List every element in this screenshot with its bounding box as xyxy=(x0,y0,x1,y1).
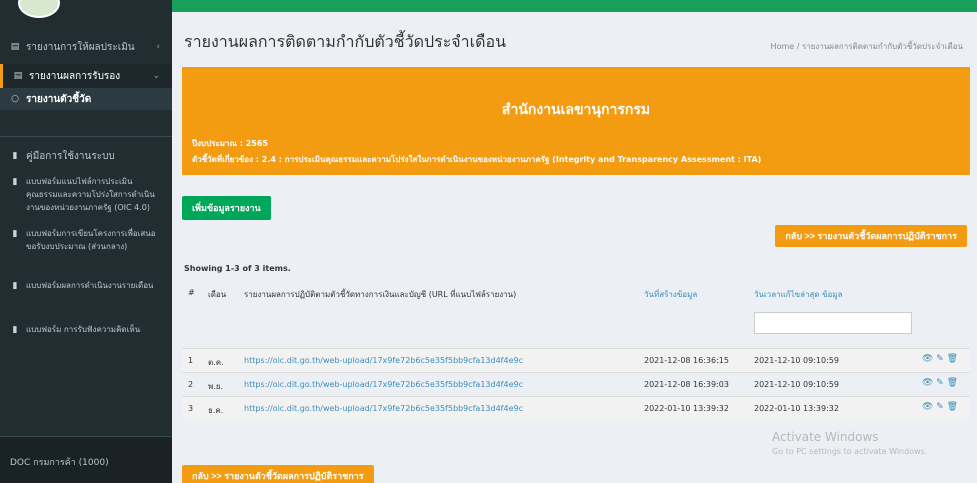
column-header-month: เดือน xyxy=(208,290,227,299)
activation-watermark: Activate Windows Go to PC settings to ac… xyxy=(772,430,927,456)
banner-title: สำนักงานเลขานุการกรม xyxy=(501,102,651,118)
fiscal-year-text: ปีงบประมาณ : 2565 xyxy=(192,139,268,148)
table-row: 2 พ.ย. https://oic.dit.go.th/web-upload/… xyxy=(182,372,970,396)
column-header-updated[interactable]: วันเวลาแก้ไขล่าสุด ข้อมูล xyxy=(754,288,843,301)
column-header-created[interactable]: วันที่สร้างข้อมูล xyxy=(644,288,697,301)
watermark-subtitle: Go to PC settings to activate Windows. xyxy=(772,447,928,456)
row-updated: 2022-01-10 13:39:32 xyxy=(754,404,839,413)
chevron-left-icon: ‹ xyxy=(156,42,160,52)
table-header: # เดือน รายงานผลการปฏิบัติตามตัวชี้วัดทา… xyxy=(182,274,970,314)
book-icon: ▮ xyxy=(12,228,18,239)
row-action-icons[interactable]: 👁 ✎ 🗑 xyxy=(922,402,958,412)
sidebar-item-label: รายงานผลการรับรอง xyxy=(29,70,121,82)
document-icon: ▤ xyxy=(10,42,20,52)
sidebar-item-manual[interactable]: ▮ คู่มือการใช้งานระบบ xyxy=(0,137,172,175)
row-url-link[interactable]: https://oic.dit.go.th/web-upload/17x9fe7… xyxy=(244,380,606,389)
row-action-icons[interactable]: 👁 ✎ 🗑 xyxy=(922,354,958,364)
sidebar-item-label: รายงานการให้ผลประเมิน xyxy=(26,41,135,53)
logo xyxy=(18,0,60,18)
app-window: ▤ รายงานการให้ผลประเมิน ‹ ▤ รายงานผลการร… xyxy=(0,0,977,483)
sidebar-footer: DOC กรมการค้า (1000) xyxy=(0,436,172,483)
row-number: 1 xyxy=(188,356,194,365)
main-content: รายงานผลการติดตามกำกับตัวชี้วัดประจำเดือ… xyxy=(172,12,977,483)
sidebar-item-project-form[interactable]: ▮ แบบฟอร์มการเขียนโครงการเพื่อเสนอขอรับง… xyxy=(0,227,172,279)
row-created: 2022-01-10 13:39:32 xyxy=(644,404,729,413)
sidebar-item-label: แบบฟอร์มผลการดำเนินงานรายเดือน xyxy=(26,281,154,290)
row-month: พ.ย. xyxy=(208,382,224,391)
table-row: 1 ต.ค. https://oic.dit.go.th/web-upload/… xyxy=(182,348,970,372)
circle-icon: ○ xyxy=(11,94,19,104)
sidebar-item-certification-report[interactable]: ▤ รายงานผลการรับรอง ⌄ xyxy=(0,64,172,88)
row-month: ต.ค. xyxy=(208,358,224,367)
column-header-url: รายงานผลการปฏิบัติตามตัวชี้วัดทางการเงิน… xyxy=(244,290,517,299)
sidebar-item-monthly-form[interactable]: ▮ แบบฟอร์มผลการดำเนินงานรายเดือน xyxy=(0,279,172,323)
row-created: 2021-12-08 16:36:15 xyxy=(644,356,729,365)
watermark-title: Activate Windows xyxy=(772,430,879,444)
chevron-down-icon: ⌄ xyxy=(152,71,160,81)
column-header-number: # xyxy=(188,288,195,297)
breadcrumb[interactable]: Home / รายงานผลการติดตามกำกับตัวชี้วัดปร… xyxy=(771,40,963,53)
updated-filter-input[interactable] xyxy=(754,312,912,334)
row-month: ธ.ค. xyxy=(208,406,224,415)
row-created: 2021-12-08 16:39:03 xyxy=(644,380,729,389)
sidebar-item-label: แบบฟอร์ม การรับฟังความคิดเห็น xyxy=(26,325,141,334)
row-number: 3 xyxy=(188,404,194,413)
grid-summary: Showing 1-3 of 3 items. xyxy=(184,264,291,273)
sidebar-item-label: คู่มือการใช้งานระบบ xyxy=(26,150,115,162)
sidebar-item-label: แบบฟอร์มการเขียนโครงการเพื่อเสนอขอรับงบป… xyxy=(26,229,156,251)
page-title: รายงานผลการติดตามกำกับตัวชี้วัดประจำเดือ… xyxy=(184,32,507,51)
back-button-bottom[interactable]: กลับ >> รายงานตัวชี้วัดผลการปฏิบัติราชกา… xyxy=(182,465,374,483)
book-icon: ▮ xyxy=(12,280,18,291)
indicator-text: ตัวชี้วัดที่เกี่ยวข้อง : 2.4 : การประเมิ… xyxy=(192,155,762,164)
report-table: # เดือน รายงานผลการปฏิบัติตามตัวชี้วัดทา… xyxy=(182,274,970,420)
book-icon: ▮ xyxy=(12,151,18,161)
sidebar-item-label: รายงานตัวชี้วัด xyxy=(26,93,92,105)
sidebar-item-label: แบบฟอร์มแนบไฟล์การประเมินคุณธรรมและความโ… xyxy=(26,177,155,212)
table-body: 1 ต.ค. https://oic.dit.go.th/web-upload/… xyxy=(182,348,970,420)
row-number: 2 xyxy=(188,380,194,389)
top-navbar xyxy=(172,0,977,12)
row-url-link[interactable]: https://oic.dit.go.th/web-upload/17x9fe7… xyxy=(244,404,606,413)
sidebar-item-performance-report[interactable]: ▤ รายงานการให้ผลประเมิน ‹ xyxy=(0,30,172,64)
sidebar-header xyxy=(0,0,172,30)
table-row: 3 ธ.ค. https://oic.dit.go.th/web-upload/… xyxy=(182,396,970,420)
sidebar-item-indicator-report[interactable]: ○ รายงานตัวชี้วัด xyxy=(0,88,172,110)
row-url-link[interactable]: https://oic.dit.go.th/web-upload/17x9fe7… xyxy=(244,356,606,365)
document-icon: ▤ xyxy=(13,71,23,81)
row-updated: 2021-12-10 09:10:59 xyxy=(754,356,839,365)
book-icon: ▮ xyxy=(12,324,18,335)
info-banner: สำนักงานเลขานุการกรม ปีงบประมาณ : 2565 ต… xyxy=(182,67,970,175)
row-action-icons[interactable]: 👁 ✎ 🗑 xyxy=(922,378,958,388)
book-icon: ▮ xyxy=(12,176,18,187)
sidebar: ▤ รายงานการให้ผลประเมิน ‹ ▤ รายงานผลการร… xyxy=(0,0,172,483)
sidebar-item-oic-form[interactable]: ▮ แบบฟอร์มแนบไฟล์การประเมินคุณธรรมและควา… xyxy=(0,175,172,227)
add-report-button[interactable]: เพิ่มข้อมูลรายงาน xyxy=(182,196,271,220)
row-updated: 2021-12-10 09:10:59 xyxy=(754,380,839,389)
sidebar-item-feedback-form[interactable]: ▮ แบบฟอร์ม การรับฟังความคิดเห็น xyxy=(0,323,172,367)
back-button-top[interactable]: กลับ >> รายงานตัวชี้วัดผลการปฏิบัติราชกา… xyxy=(775,225,967,247)
